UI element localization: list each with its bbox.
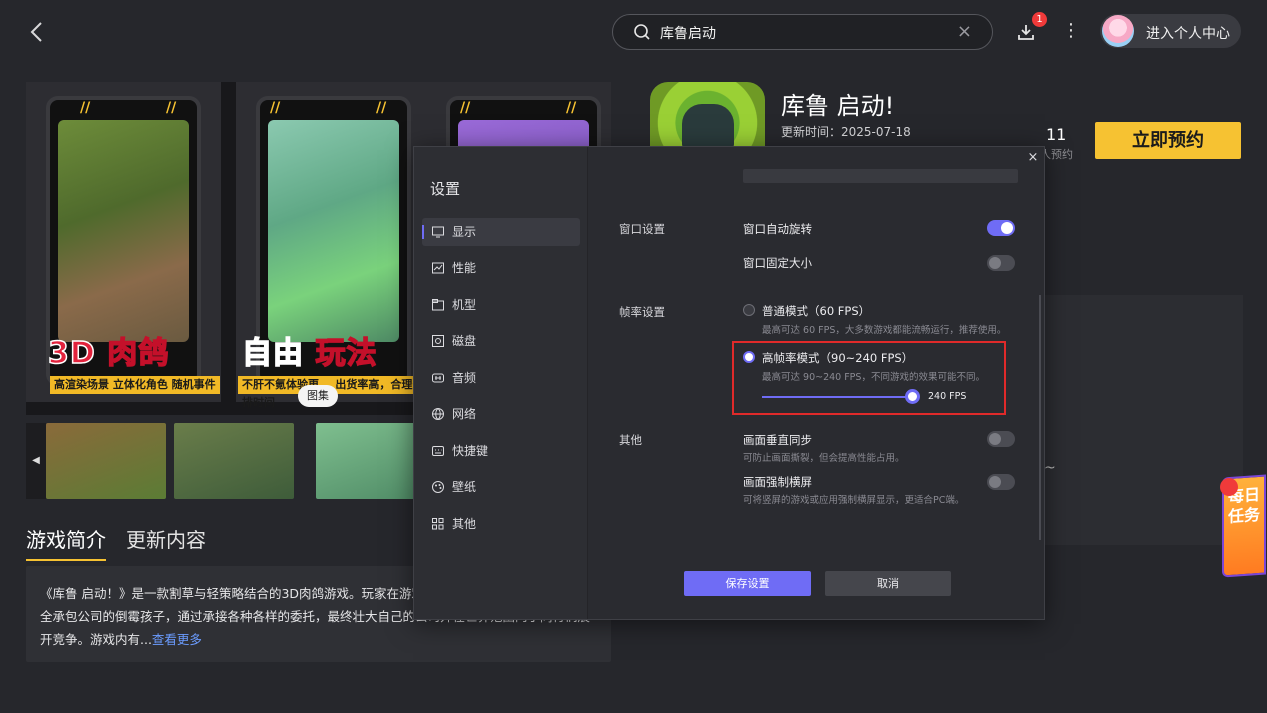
search-icon xyxy=(634,24,650,40)
update-time: 更新时间：2025-07-18 xyxy=(781,125,911,139)
search-input[interactable]: 库鲁启动 xyxy=(660,23,716,43)
game-scene-image xyxy=(268,120,399,342)
vsync-toggle[interactable] xyxy=(987,431,1015,447)
reserve-button[interactable]: 立即预约 xyxy=(1095,122,1241,159)
fixed-size-toggle[interactable] xyxy=(987,255,1015,271)
sidebar-item-display[interactable]: 显示 xyxy=(422,218,580,246)
gallery-shot[interactable]: // // 自由 玩法 不肝不氪体验更... 出货率高，合理安排时间 xyxy=(236,82,431,409)
normal-mode-hint: 最高可达 60 FPS，大多数游戏都能流畅运行，推荐使用。 xyxy=(762,325,1007,336)
settings-dialog: 设置 显示 性能 机型 磁盘 音频 网络 快捷键 壁纸 其他 × 窗口设置 窗口… xyxy=(413,146,1045,620)
high-fps-mode-label: 高帧率模式（90~240 FPS） xyxy=(762,351,914,365)
device-model-icon xyxy=(432,299,444,311)
settings-content: × 窗口设置 窗口自动旋转 窗口固定大小 帧率设置 普通模式（60 FPS） 最… xyxy=(588,147,1044,619)
thumbnail[interactable] xyxy=(46,423,166,499)
option-auto-rotate-label: 窗口自动旋转 xyxy=(743,222,812,236)
section-other: 其他 xyxy=(619,433,642,447)
auto-rotate-toggle[interactable] xyxy=(987,220,1015,236)
user-center-label: 进入个人中心 xyxy=(1146,26,1230,42)
gallery-tag[interactable]: 图集 xyxy=(298,385,338,407)
cancel-button[interactable]: 取消 xyxy=(825,571,951,596)
monitor-icon xyxy=(432,226,444,238)
view-more-link[interactable]: 查看更多 xyxy=(152,632,202,647)
download-icon[interactable] xyxy=(1016,22,1036,42)
sidebar-item-disk[interactable]: 磁盘 xyxy=(422,327,580,355)
sidebar-item-audio[interactable]: 音频 xyxy=(422,364,580,392)
vsync-label: 画面垂直同步 xyxy=(743,433,812,447)
settings-title: 设置 xyxy=(430,180,461,198)
download-badge: 1 xyxy=(1032,12,1047,27)
force-landscape-toggle[interactable] xyxy=(987,474,1015,490)
sidebar-item-performance[interactable]: 性能 xyxy=(422,254,580,282)
fps-slider-handle[interactable] xyxy=(905,389,920,404)
daily-task-dot xyxy=(1220,478,1238,496)
sidebar-item-network[interactable]: 网络 xyxy=(422,400,580,428)
normal-mode-label: 普通模式（60 FPS） xyxy=(762,304,871,318)
section-fps: 帧率设置 xyxy=(619,305,665,319)
wallpaper-icon xyxy=(432,481,444,493)
sidebar-item-wallpaper[interactable]: 壁纸 xyxy=(422,473,580,501)
network-icon xyxy=(432,408,444,420)
tab-updates[interactable]: 更新内容 xyxy=(126,524,206,553)
section-window: 窗口设置 xyxy=(619,222,665,236)
shot-caption: 自由 玩法 xyxy=(241,335,378,372)
settings-scrollbar[interactable] xyxy=(1039,295,1041,540)
sidebar-item-shortcuts[interactable]: 快捷键 xyxy=(422,437,580,465)
option-fixed-size-label: 窗口固定大小 xyxy=(743,256,812,270)
user-center-button[interactable]: 进入个人中心 xyxy=(1100,14,1241,48)
thumbnail-prev-icon[interactable]: ◀ xyxy=(26,423,46,499)
audio-icon xyxy=(432,373,444,383)
force-landscape-label: 画面强制横屏 xyxy=(743,475,812,489)
tab-intro[interactable]: 游戏简介 xyxy=(26,524,106,561)
fps-value: 240 FPS xyxy=(928,391,967,402)
keyboard-icon xyxy=(432,446,444,456)
grid-icon xyxy=(432,518,444,530)
vsync-hint: 可防止画面撕裂，但会提高性能占用。 xyxy=(743,453,905,464)
clear-search-icon[interactable]: × xyxy=(957,21,972,42)
sidebar-item-other[interactable]: 其他 xyxy=(422,510,580,538)
game-scene-image xyxy=(58,120,189,342)
right-info-panel xyxy=(1045,295,1243,545)
disk-icon xyxy=(432,335,444,347)
performance-icon xyxy=(432,262,444,274)
reserve-count: 11 xyxy=(1046,125,1067,144)
shot-subcaption: 高渲染场景 立体化角色 随机事件 xyxy=(50,376,220,394)
close-icon[interactable]: × xyxy=(1026,151,1040,165)
settings-sidebar: 设置 显示 性能 机型 磁盘 音频 网络 快捷键 壁纸 其他 xyxy=(414,147,588,619)
save-settings-button[interactable]: 保存设置 xyxy=(684,571,811,596)
shot-caption: 3D 肉鸽 xyxy=(47,335,170,372)
normal-mode-radio[interactable] xyxy=(743,304,755,316)
app-title: 库鲁 启动! xyxy=(781,92,895,120)
avatar xyxy=(1102,15,1134,47)
high-fps-mode-hint: 最高可达 90~240 FPS，不同游戏的效果可能不同。 xyxy=(762,372,985,383)
high-fps-mode-radio[interactable] xyxy=(743,351,755,363)
app-icon xyxy=(650,82,765,150)
intro-tabs: 游戏简介 更新内容 xyxy=(26,524,426,561)
more-menu-icon[interactable]: ⋮ xyxy=(1062,20,1080,42)
thumbnail[interactable] xyxy=(174,423,294,499)
back-arrow-icon[interactable] xyxy=(24,18,52,46)
search-box[interactable]: 库鲁启动 × xyxy=(612,14,993,50)
fps-slider-track[interactable] xyxy=(762,396,908,398)
content-top-strip xyxy=(743,169,1018,183)
sidebar-item-device-model[interactable]: 机型 xyxy=(422,291,580,319)
top-bar: 库鲁启动 × 1 ⋮ 进入个人中心 xyxy=(0,0,1267,64)
gallery-shot[interactable]: // // 3D 肉鸽 高渲染场景 立体化角色 随机事件 xyxy=(26,82,221,402)
force-landscape-hint: 可将竖屏的游戏或应用强制横屏显示，更适合PC端。 xyxy=(743,495,965,506)
